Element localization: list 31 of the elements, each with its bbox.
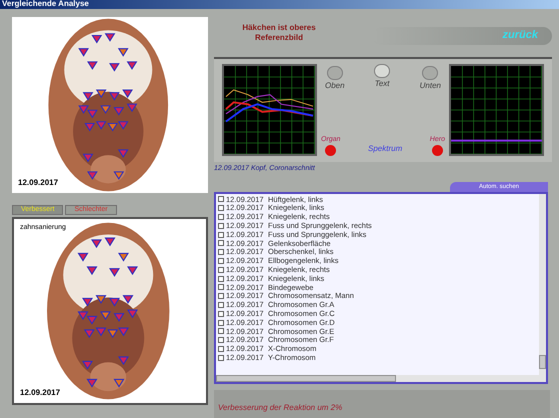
reference-note: Häkchen ist oberes Referenzbild [241,22,317,42]
scan-date: 12.09.2017 [18,176,58,188]
checkbox[interactable] [218,205,224,212]
vertical-scrollbar[interactable] [539,194,546,375]
button-label: Unten [420,80,441,92]
checkbox[interactable] [218,266,224,273]
checkbox[interactable] [218,293,224,300]
checkbox[interactable] [218,214,224,220]
checkbox[interactable] [218,320,224,326]
checkbox[interactable] [218,337,224,344]
spectrum-label: Spektrum [368,143,402,155]
checkbox[interactable] [218,310,224,317]
checkbox[interactable] [218,222,224,229]
button-label: Oben [325,80,345,92]
horizontal-scrollbar[interactable] [216,375,546,382]
checkbox[interactable] [218,249,224,256]
round-button[interactable] [374,64,390,78]
checkbox[interactable] [218,276,224,282]
checkbox[interactable] [218,240,224,246]
button-label: Text [374,78,390,90]
scan-date: 12.09.2017 [20,386,60,398]
checkbox[interactable] [218,284,224,290]
checkbox[interactable] [218,302,224,308]
checkbox[interactable] [218,354,224,361]
window-title: Vergleichende Analyse [2,0,89,8]
checkbox[interactable] [218,258,224,264]
checkbox[interactable] [218,232,224,238]
checkbox[interactable] [218,196,224,202]
checkbox[interactable] [218,328,224,334]
message-text: Verbesserung der Reaktion um 2% [218,403,342,412]
checkbox[interactable] [218,346,224,352]
